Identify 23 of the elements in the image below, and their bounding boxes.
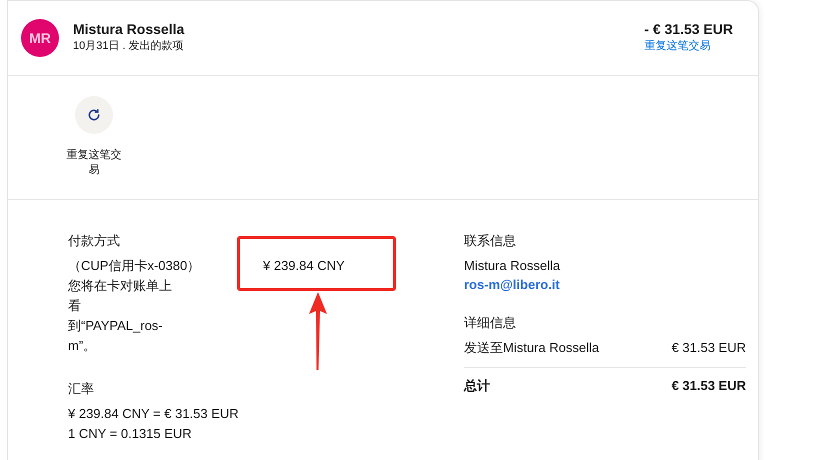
total-value: € 31.53 EUR [672,377,746,395]
statement-note: 您将在卡对账单上看到“PAYPAL_ros-m”。 [68,277,173,355]
exchange-rate-text: 1 CNY = 0.1315 EUR [68,425,193,443]
refresh-icon [87,108,101,122]
repeat-label: 重复这笔交易 [66,148,122,178]
section-title: 联系信息 [464,232,517,250]
contact-name: Mistura Rossella [464,257,562,275]
exchange-rate-text: ¥ 239.84 CNY = € 31.53 EUR [68,405,240,423]
transaction-subtitle: 10月31日 . 发出的款项 [73,39,184,54]
card-info: （CUP信用卡x-0380） [68,257,202,275]
section-title: 付款方式 [68,232,121,250]
payee-name: Mistura Rossella [73,20,184,38]
avatar: MR [21,19,59,57]
detail-value: € 31.53 EUR [672,339,746,357]
detail-label: 发送至Mistura Rossella [464,339,600,357]
total-label: 总计 [464,377,490,395]
repeat-button[interactable] [75,96,113,134]
repeat-transaction-link[interactable]: 重复这笔交易 [644,38,710,54]
section-title: 详细信息 [464,314,517,332]
payment-amount: ¥ 239.84 CNY [263,257,345,275]
section-title: 汇率 [68,380,95,398]
contact-email[interactable]: ros-m@libero.it [464,276,560,294]
transaction-amount: - € 31.53 EUR [644,20,733,38]
